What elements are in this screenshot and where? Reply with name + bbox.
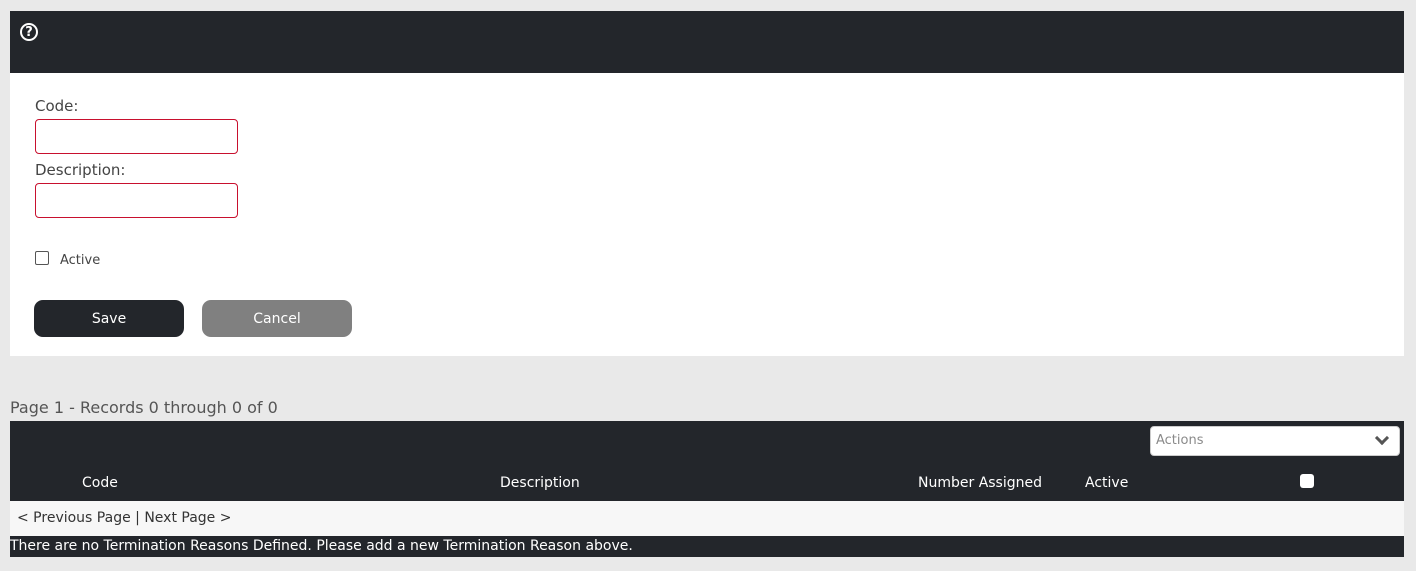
next-page-link[interactable]: Next Page > [144, 510, 231, 526]
column-header-number-assigned[interactable]: Number Assigned [918, 475, 1042, 491]
select-all-checkbox[interactable] [1300, 474, 1314, 488]
actions-dropdown[interactable]: Actions [1150, 426, 1400, 456]
description-input[interactable] [35, 183, 238, 218]
previous-page-link[interactable]: < Previous Page [17, 510, 131, 526]
help-icon[interactable]: ? [20, 23, 38, 41]
column-header-description[interactable]: Description [500, 475, 580, 491]
active-label: Active [60, 253, 101, 268]
column-header-active[interactable]: Active [1085, 475, 1128, 491]
top-bar: ? [10, 11, 1404, 73]
form-panel: Code: Description: Active Save Cancel [10, 73, 1404, 356]
code-label: Code: [35, 97, 79, 115]
code-input[interactable] [35, 119, 238, 154]
active-checkbox[interactable] [35, 251, 49, 265]
cancel-button[interactable]: Cancel [202, 300, 352, 337]
pager: < Previous Page | Next Page > [10, 501, 1404, 536]
actions-placeholder: Actions [1156, 433, 1204, 448]
column-header-code[interactable]: Code [82, 475, 118, 491]
pager-separator: | [135, 510, 140, 526]
save-button[interactable]: Save [34, 300, 184, 337]
chevron-down-icon [1374, 430, 1390, 446]
empty-message: There are no Termination Reasons Defined… [10, 536, 1404, 557]
description-label: Description: [35, 161, 126, 179]
records-summary: Page 1 - Records 0 through 0 of 0 [10, 398, 278, 417]
table-header: Actions Code Description Number Assigned… [10, 421, 1404, 501]
